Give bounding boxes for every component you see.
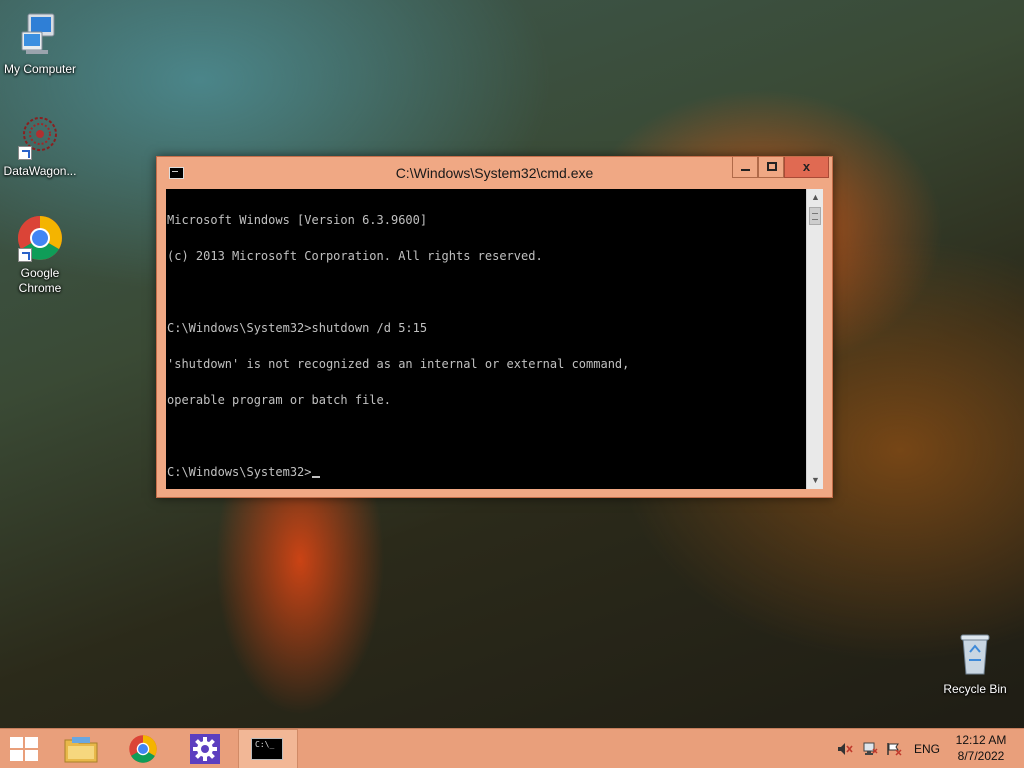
datawagon-icon (16, 112, 64, 160)
action-center-flag-icon[interactable] (886, 742, 902, 756)
taskbar: C:\_ ENG 12:12 AM 8/7/2022 (0, 728, 1024, 768)
clock-date: 8/7/2022 (957, 749, 1005, 763)
taskbar-settings[interactable] (176, 729, 236, 768)
text-cursor (311, 476, 320, 478)
clock-time: 12:12 AM (955, 733, 1007, 747)
console-output[interactable]: Microsoft Windows [Version 6.3.9600] (c)… (166, 189, 806, 489)
desktop-icon-label: Recycle Bin (943, 682, 1007, 696)
console-prompt: C:\Windows\System32> (167, 465, 312, 479)
chrome-icon (16, 214, 64, 262)
desktop-icon-recycle-bin[interactable]: Recycle Bin (935, 630, 1015, 697)
desktop-icon-my-computer[interactable]: My Computer (0, 10, 80, 77)
taskbar-cmd[interactable]: C:\_ (238, 729, 298, 768)
taskbar-file-explorer[interactable] (52, 729, 112, 768)
console-line: operable program or batch file. (167, 393, 391, 407)
recycle-bin-icon (951, 630, 999, 678)
minimize-icon (741, 169, 750, 171)
shortcut-arrow-icon (18, 146, 32, 160)
vertical-scrollbar[interactable]: ▲ ▼ (806, 189, 823, 489)
window-title: C:\Windows\System32\cmd.exe (395, 165, 594, 181)
cmd-window[interactable]: C:\Windows\System32\cmd.exe x Microsoft … (156, 156, 833, 498)
maximize-button[interactable] (758, 157, 784, 178)
console-line: 'shutdown' is not recognized as an inter… (167, 357, 630, 371)
scrollbar-thumb[interactable] (809, 207, 821, 225)
minimize-button[interactable] (732, 157, 758, 178)
scroll-down-arrow-icon[interactable]: ▼ (807, 472, 824, 489)
shortcut-arrow-icon (18, 248, 32, 262)
desktop-icon-label: My Computer (3, 62, 77, 76)
computer-icon (16, 10, 64, 58)
chrome-icon (129, 735, 157, 763)
volume-muted-icon[interactable] (837, 742, 853, 756)
console-line: (c) 2013 Microsoft Corporation. All righ… (167, 249, 543, 263)
console-line: C:\Windows\System32>shutdown /d 5:15 (167, 321, 428, 335)
scroll-up-arrow-icon[interactable]: ▲ (807, 189, 824, 206)
maximize-icon (767, 162, 777, 171)
language-indicator[interactable]: ENG (914, 742, 940, 756)
console-line: Microsoft Windows [Version 6.3.9600] (167, 213, 428, 227)
desktop-icon-label: DataWagon... (3, 164, 77, 178)
cmd-icon: C:\_ (251, 738, 283, 760)
console-prompt-line[interactable]: C:\Windows\System32> (167, 466, 805, 478)
taskbar-chrome[interactable] (114, 729, 174, 768)
close-button[interactable]: x (784, 157, 829, 178)
start-button[interactable] (0, 729, 60, 768)
desktop-icon-label: Google Chrome (18, 266, 62, 295)
folder-icon (64, 737, 98, 763)
network-icon[interactable] (862, 742, 878, 756)
desktop-icon-google-chrome[interactable]: Google Chrome (0, 214, 80, 296)
window-titlebar[interactable]: C:\Windows\System32\cmd.exe x (157, 157, 832, 189)
close-icon: x (802, 159, 811, 174)
settings-icon (190, 734, 220, 764)
windows-logo-icon (10, 737, 38, 761)
clock[interactable]: 12:12 AM 8/7/2022 (950, 733, 1012, 763)
desktop-icon-datawagon[interactable]: DataWagon... (0, 112, 80, 179)
